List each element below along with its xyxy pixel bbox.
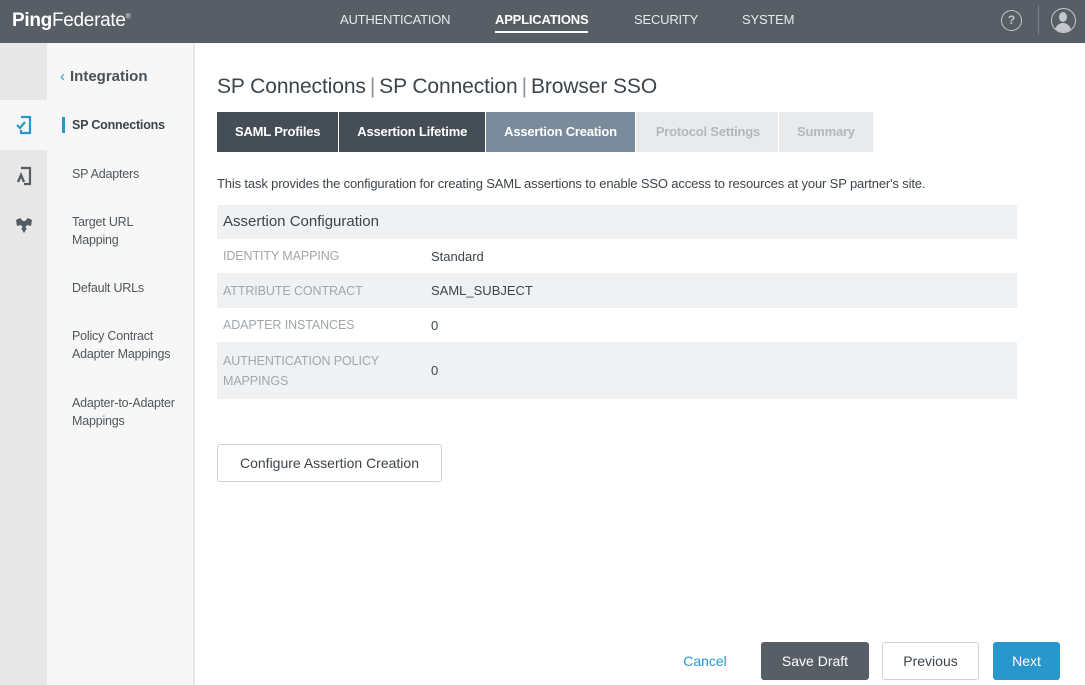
- config-key: IDENTITY MAPPING: [223, 249, 340, 263]
- config-row-adapter-instances: ADAPTER INSTANCES 0: [217, 308, 1017, 342]
- config-value: 0: [431, 317, 439, 333]
- breadcrumb-separator: |: [521, 75, 527, 98]
- breadcrumb-sp-connections: SP Connections: [217, 75, 366, 98]
- sub-nav: ‹ Integration SP Connections SP Adapters …: [47, 43, 195, 685]
- rail-item-integration[interactable]: [0, 100, 47, 150]
- config-key: ADAPTER INSTANCES: [223, 318, 355, 332]
- config-key: AUTHENTICATION POLICY MAPPINGS: [223, 353, 379, 388]
- oauth-icon: [15, 218, 32, 233]
- user-icon-body: [1055, 23, 1071, 32]
- config-value: SAML_SUBJECT: [431, 283, 533, 298]
- configure-assertion-creation-button[interactable]: Configure Assertion Creation: [217, 444, 442, 482]
- next-button[interactable]: Next: [993, 642, 1060, 680]
- wizard-tabs: SAML Profiles Assertion Lifetime Asserti…: [217, 112, 874, 152]
- rail-item-adapters[interactable]: [0, 151, 47, 201]
- adapter-icon: [16, 166, 31, 186]
- subnav-item-target-url-mapping[interactable]: Target URL Mapping: [72, 213, 152, 249]
- chevron-left-icon: ‹: [60, 68, 65, 85]
- registered-mark: ®: [125, 13, 131, 21]
- previous-button[interactable]: Previous: [882, 642, 979, 680]
- subnav-item-adapter-to-adapter-mappings[interactable]: Adapter-to-Adapter Mappings: [72, 394, 187, 430]
- subnav-item-sp-adapters[interactable]: SP Adapters: [72, 165, 192, 183]
- tab-assertion-creation[interactable]: Assertion Creation: [486, 112, 635, 152]
- config-key: ATTRIBUTE CONTRACT: [223, 283, 363, 298]
- breadcrumb-browser-sso: Browser SSO: [530, 75, 658, 98]
- user-icon[interactable]: [1051, 8, 1076, 33]
- back-to-integration-link[interactable]: ‹ Integration: [60, 68, 148, 85]
- tab-saml-profiles[interactable]: SAML Profiles: [217, 112, 339, 152]
- logo-light: Federate: [51, 10, 126, 31]
- connection-check-icon: [15, 115, 31, 135]
- active-indicator: [62, 117, 65, 133]
- config-row-identity-mapping: IDENTITY MAPPING Standard: [217, 239, 1017, 273]
- user-icon-head: [1059, 12, 1067, 22]
- tab-assertion-lifetime[interactable]: Assertion Lifetime: [339, 112, 486, 152]
- save-draft-button[interactable]: Save Draft: [761, 642, 869, 680]
- task-description: This task provides the configuration for…: [217, 176, 926, 191]
- config-row-authentication-policy-mappings: AUTHENTICATION POLICY MAPPINGS 0: [217, 342, 1017, 399]
- pingfederate-logo[interactable]: PingFederate®: [12, 10, 131, 32]
- assertion-configuration-panel: Assertion Configuration IDENTITY MAPPING…: [217, 205, 1017, 399]
- config-value: 0: [431, 363, 439, 378]
- config-value: Standard: [431, 248, 484, 264]
- breadcrumb-title: SP Connections | SP Connection | Browser SSO: [217, 75, 657, 99]
- cancel-button[interactable]: Cancel: [671, 642, 739, 680]
- tab-summary: Summary: [779, 112, 873, 152]
- logo-bold: Ping: [12, 10, 52, 31]
- tab-protocol-settings: Protocol Settings: [635, 112, 779, 152]
- nav-applications[interactable]: APPLICATIONS: [495, 12, 589, 33]
- config-row-attribute-contract: ATTRIBUTE CONTRACT SAML_SUBJECT: [217, 273, 1017, 308]
- nav-system[interactable]: SYSTEM: [742, 12, 794, 27]
- icon-rail: [0, 43, 47, 685]
- nav-authentication[interactable]: AUTHENTICATION: [340, 12, 451, 27]
- assertion-configuration-title: Assertion Configuration: [217, 205, 1017, 239]
- subnav-item-policy-contract-adapter-mappings[interactable]: Policy Contract Adapter Mappings: [72, 327, 187, 363]
- back-label: Integration: [70, 68, 148, 85]
- subnav-item-sp-connections[interactable]: SP Connections: [72, 116, 192, 134]
- rail-item-oauth[interactable]: [0, 201, 47, 251]
- top-bar: PingFederate® AUTHENTICATION APPLICATION…: [0, 0, 1085, 43]
- breadcrumb-sp-connection: SP Connection: [379, 75, 518, 98]
- breadcrumb-separator: |: [369, 75, 376, 98]
- help-icon[interactable]: ?: [1001, 10, 1022, 31]
- header-divider: [1038, 5, 1039, 35]
- nav-security[interactable]: SECURITY: [634, 12, 698, 27]
- subnav-item-default-urls[interactable]: Default URLs: [72, 279, 192, 297]
